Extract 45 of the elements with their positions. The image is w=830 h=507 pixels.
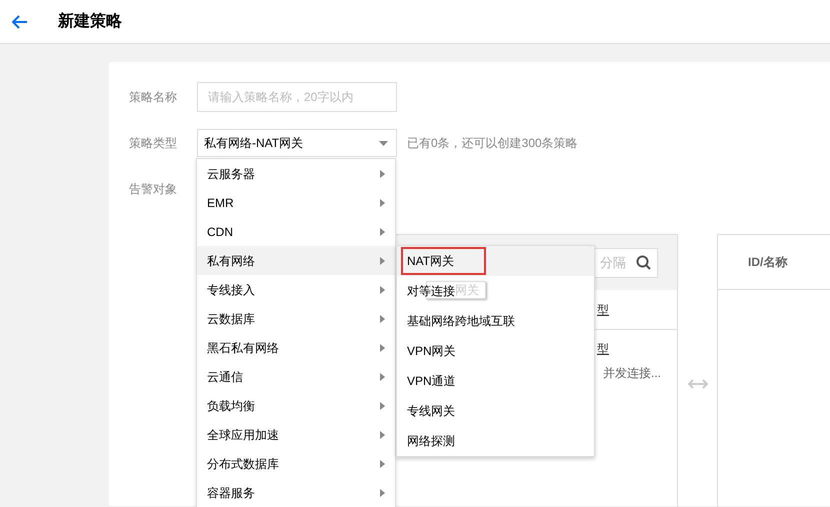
submenu-arrow-icon [380,460,385,468]
submenu-arrow-icon [380,372,385,380]
item-description: 并发连接... [602,365,661,382]
quota-hint: 已有0条，还可以创建300条策略 [407,135,578,152]
submenu-item[interactable]: 网络探测 [401,427,461,455]
field-label: 告警对象 [129,181,178,198]
submenu-item[interactable]: 基础网络跨地域互联 [401,307,521,335]
submenu-item[interactable]: VPN通道 [401,367,462,395]
menu-item[interactable]: 分布式数据库 [197,449,395,478]
submenu-arrow-icon [380,488,385,496]
swap-arrow-icon [686,378,708,390]
menu-item[interactable]: 私有网络 [197,246,395,275]
submenu-arrow-icon [380,256,385,264]
menu-item[interactable]: 专线接入 [197,275,395,304]
menu-item[interactable]: 负载均衡 [197,391,395,420]
submenu-arrow-icon [380,314,385,322]
submenu-arrow-icon [380,344,385,352]
submenu-arrow-icon [380,402,385,410]
menu-item[interactable]: 黑石私有网络 [197,333,395,362]
type-select[interactable]: 私有网络-NAT网关 [197,129,397,157]
page-title: 新建策略 [58,11,122,32]
submenu-arrow-icon [380,430,385,438]
submenu-item[interactable]: VPN网关 [401,337,462,365]
menu-item[interactable]: 云数据库 [197,304,395,333]
menu-item[interactable]: 全球应用加速 [197,420,395,449]
back-arrow-icon[interactable] [12,14,28,28]
submenu-arrow-icon [380,286,385,294]
menu-item[interactable]: 容器服务 [197,478,395,507]
submenu-arrow-icon [380,170,385,178]
submenu-arrow-icon [380,198,385,206]
name-input-field[interactable]: 请输入策略名称，20字以内 [197,82,397,112]
column-header: ID/名称 [718,235,830,290]
column-header[interactable]: 型 [597,300,609,318]
caret-icon [379,140,388,146]
field-label: 策略名称 [129,89,178,106]
menu-item[interactable]: EMR [197,188,395,217]
menu-item[interactable]: CDN [197,217,395,246]
menu-item[interactable]: 云服务器 [197,159,395,188]
submenu-item[interactable]: 专线网关 [401,397,461,425]
field-label: 策略类型 [129,135,178,152]
item-title[interactable]: 型 [597,340,609,358]
search-icon[interactable] [636,255,651,270]
submenu-arrow-icon [380,228,385,236]
menu-item[interactable]: 云通信 [197,362,395,391]
submenu-item[interactable]: NAT网关 [401,247,486,275]
